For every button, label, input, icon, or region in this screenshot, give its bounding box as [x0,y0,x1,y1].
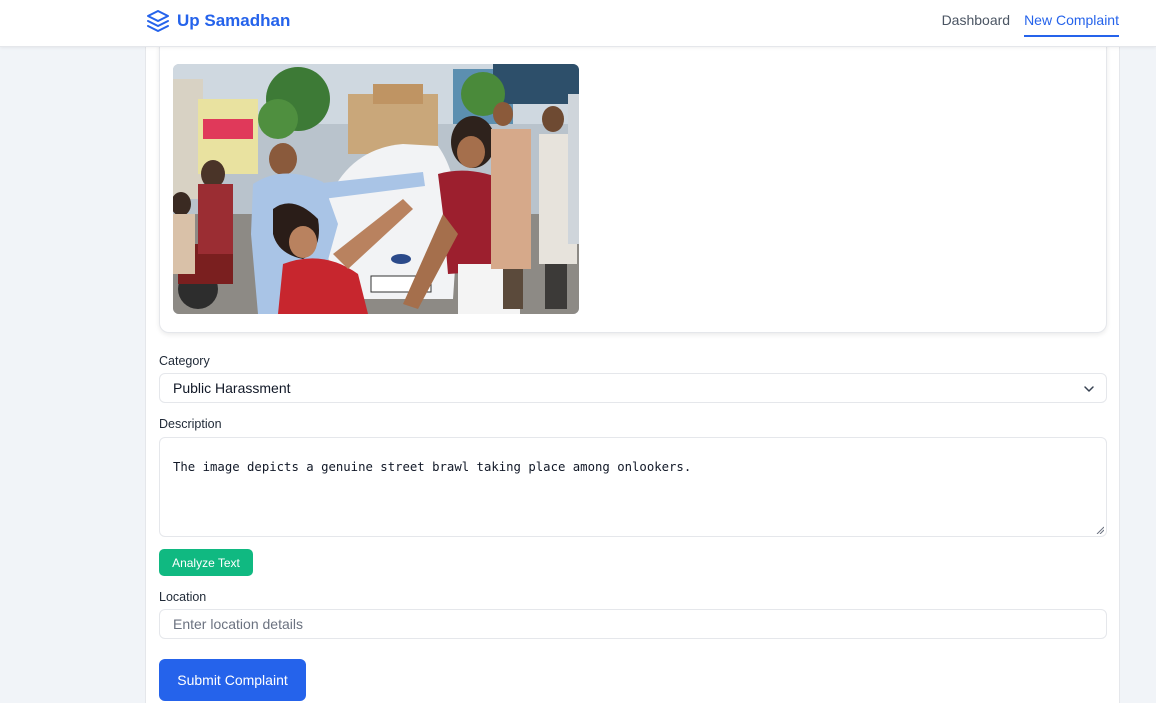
location-label: Location [159,590,207,604]
uploaded-image [173,64,579,314]
brand-logo-link[interactable]: Up Samadhan [146,9,290,33]
top-navbar: Up Samadhan Dashboard New Complaint [0,0,1156,47]
analyze-text-button[interactable]: Analyze Text [159,549,253,576]
nav-link-dashboard[interactable]: Dashboard [942,12,1011,37]
chevron-down-icon [1084,386,1094,392]
brand-name: Up Samadhan [177,11,291,30]
resize-grip-icon[interactable] [1096,526,1104,534]
location-input[interactable] [159,609,1107,639]
description-textarea[interactable]: The image depicts a genuine street brawl… [159,437,1107,537]
complaint-form-card: Category Public Harassment Description T… [145,43,1120,703]
submit-complaint-button[interactable]: Submit Complaint [159,659,306,701]
description-text: The image depicts a genuine street brawl… [173,460,692,474]
image-preview-panel [159,43,1107,333]
category-label: Category [159,354,210,368]
category-selected-value: Public Harassment [173,380,291,396]
nav-links: Dashboard New Complaint [942,12,1119,37]
street-scene-photo [173,64,579,314]
category-select[interactable]: Public Harassment [159,373,1107,403]
nav-link-new-complaint[interactable]: New Complaint [1024,12,1119,37]
description-label: Description [159,417,222,431]
layers-icon [147,10,169,32]
